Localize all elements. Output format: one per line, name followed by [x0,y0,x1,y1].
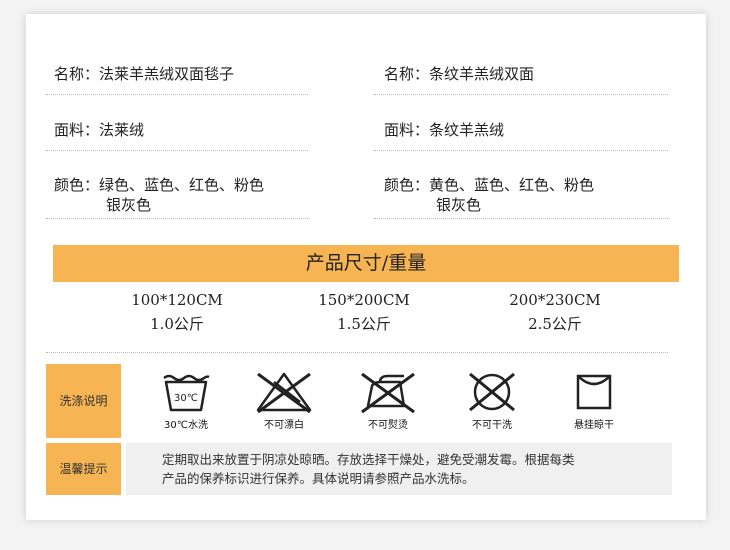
care-caption: 不可漂白 [264,420,304,431]
tips-line: 定期取出来放置于阴凉处晾晒。存放选择干燥处，避免受潮发霉。根据每类 [162,452,575,467]
tips-label: 温馨提示 [46,443,121,495]
tips-line: 产品的保养标识进行保养。具体说明请参照产品水洗标。 [162,471,475,486]
size-option: 150*200CM 1.5公斤 [284,288,444,336]
spec-label: 面料： [384,121,430,139]
divider [374,94,668,95]
care-caption: 不可干洗 [472,420,512,431]
care-label: 洗涤说明 [46,364,121,438]
spec-fabric-left: 面料：法莱绒 [54,120,144,140]
spec-label: 名称： [54,65,100,83]
no-bleach-icon [256,372,312,414]
care-item-hang-dry: 悬挂晾干 [554,364,634,438]
no-iron-icon [361,372,415,414]
divider [46,218,308,219]
spec-label: 名称： [384,65,430,83]
care-caption: 30℃水洗 [164,420,208,431]
care-item-iron: 不可熨烫 [348,364,428,438]
size-option: 200*230CM 2.5公斤 [475,288,635,336]
wash-30-icon: 30℃ [163,374,210,412]
care-item-bleach: 不可漂白 [244,364,324,438]
wash-temperature: 30℃ [174,393,198,404]
divider [374,218,668,219]
size-weight: 1.0公斤 [150,315,204,333]
spec-value: 绿色、蓝色、红色、粉色 [99,176,265,194]
hang-dry-icon [576,374,612,410]
spec-value: 黄色、蓝色、红色、粉色 [429,176,595,194]
product-info-card: 名称：法莱羊羔绒双面毯子 面料：法莱绒 颜色：绿色、蓝色、红色、粉色 银灰色 名… [26,14,706,520]
spec-color-left: 颜色：绿色、蓝色、红色、粉色 银灰色 [54,175,264,215]
size-section-header: 产品尺寸/重量 [53,245,679,282]
spec-value: 条纹羊羔绒 [429,121,505,139]
spec-label: 颜色： [54,176,100,194]
spec-label: 面料： [54,121,100,139]
size-weight: 2.5公斤 [528,315,582,333]
spec-value: 条纹羊羔绒双面 [429,65,535,83]
size-dimension: 200*230CM [509,291,601,309]
divider [46,150,308,151]
divider [374,150,668,151]
size-option: 100*120CM 1.0公斤 [97,288,257,336]
tips-panel: 定期取出来放置于阴凉处晾晒。存放选择干燥处，避免受潮发霉。根据每类 产品的保养标… [126,443,672,495]
spec-color-right: 颜色：黄色、蓝色、红色、粉色 银灰色 [384,175,594,215]
care-icons-row: 30℃ 30℃水洗 不可漂白 不可熨烫 不可干洗 悬挂晾干 [124,364,672,438]
spec-label: 颜色： [384,176,430,194]
spec-value: 法莱绒 [99,121,145,139]
spec-value: 法莱羊羔绒双面毯子 [99,65,235,83]
size-dimension: 150*200CM [318,291,410,309]
no-dry-clean-icon [469,372,515,412]
care-caption: 悬挂晾干 [574,420,614,431]
care-item-dry-clean: 不可干洗 [452,364,532,438]
spec-fabric-right: 面料：条纹羊羔绒 [384,120,504,140]
spec-name-right: 名称：条纹羊羔绒双面 [384,64,534,84]
divider [46,352,668,353]
size-dimension: 100*120CM [131,291,223,309]
size-section-title: 产品尺寸/重量 [305,252,427,274]
tips-text: 定期取出来放置于阴凉处晾晒。存放选择干燥处，避免受潮发霉。根据每类 产品的保养标… [162,450,662,488]
spec-value-continued: 银灰色 [436,196,482,214]
spec-name-left: 名称：法莱羊羔绒双面毯子 [54,64,234,84]
care-item-wash: 30℃ 30℃水洗 [146,364,226,438]
divider [46,94,308,95]
size-weight: 1.5公斤 [337,315,391,333]
spec-value-continued: 银灰色 [106,196,152,214]
care-caption: 不可熨烫 [368,420,408,431]
